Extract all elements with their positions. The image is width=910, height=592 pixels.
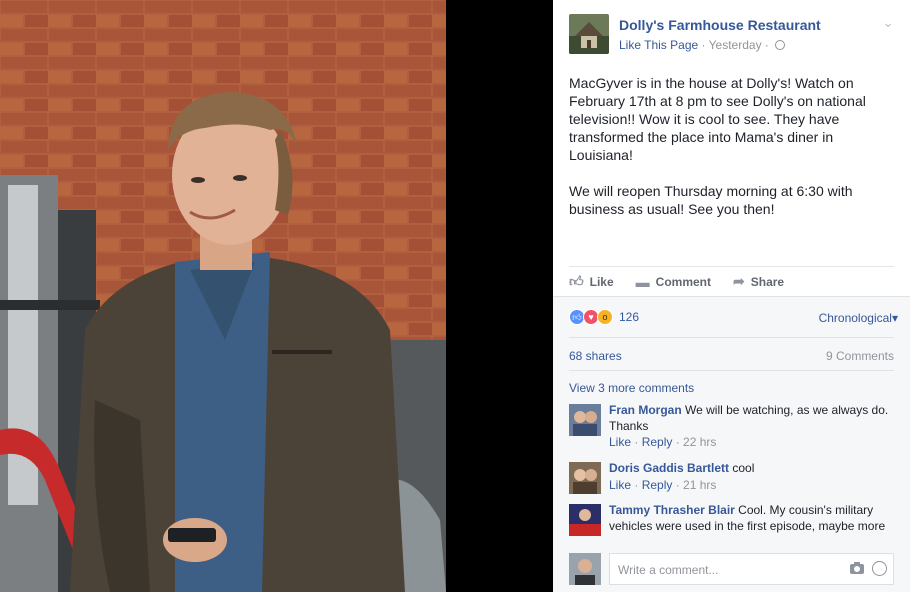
comment-author[interactable]: Fran Morgan [609, 403, 682, 417]
post-paragraph-1: MacGyver is in the house at Dolly's! Wat… [569, 75, 866, 163]
comment-like-link[interactable]: Like [609, 435, 631, 449]
meta-separator-2: · [764, 38, 769, 52]
post-photo[interactable] [0, 0, 446, 592]
view-more-comments-link[interactable]: View 3 more comments [569, 381, 694, 395]
comment-input[interactable]: Write a comment... [609, 553, 894, 585]
comment-composer: Write a comment... [569, 553, 894, 587]
like-button[interactable]: 👍︎ Like [569, 273, 614, 290]
comment-item: Tammy Thrasher Blair Cool. My cousin's m… [569, 502, 894, 546]
post-paragraph-2: We will reopen Thursday morning at 6:30 … [569, 183, 853, 217]
comments-count[interactable]: 9 Comments [826, 349, 894, 363]
share-button[interactable]: ➦ Share [733, 273, 784, 290]
avatar[interactable] [569, 504, 601, 536]
post-panel: Dolly's Farmhouse Restaurant Like This P… [553, 0, 910, 592]
comment-time[interactable]: 22 hrs [683, 435, 716, 449]
comment-links: Like · Reply · 21 hrs [609, 478, 717, 492]
post-actions: 👍︎ Like ▬ Comment ➦ Share [569, 266, 894, 296]
comment-icon: ▬ [635, 273, 650, 290]
comment-label: Comment [655, 274, 711, 289]
comment-links: Like · Reply · 22 hrs [609, 435, 717, 449]
comment-like-link[interactable]: Like [609, 478, 631, 492]
comment-text: Fran Morgan We will be watching, as we a… [609, 402, 889, 434]
page-avatar[interactable] [569, 14, 609, 54]
wow-reaction-icon: o [597, 309, 613, 325]
page-name[interactable]: Dolly's Farmhouse Restaurant [619, 17, 821, 33]
thumbs-up-icon: 👍︎ [569, 273, 584, 289]
avatar[interactable] [569, 404, 601, 436]
sort-dropdown[interactable]: Chronological▾ [819, 311, 898, 325]
shares-link[interactable]: 68 shares [569, 349, 622, 363]
comment-body: cool [732, 461, 755, 475]
comment-text: Doris Gaddis Bartlett cool [609, 460, 889, 476]
post-meta: Like This Page · Yesterday · [619, 38, 786, 52]
sort-label: Chronological [818, 311, 892, 325]
share-label: Share [750, 274, 785, 289]
shares-row: 68 shares 9 Comments [569, 337, 894, 371]
post-body: MacGyver is in the house at Dolly's! Wat… [569, 74, 894, 236]
post-header: Dolly's Farmhouse Restaurant Like This P… [553, 0, 910, 60]
comment-reply-link[interactable]: Reply [642, 478, 673, 492]
like-label: Like [589, 274, 614, 289]
comment-author[interactable]: Tammy Thrasher Blair [609, 503, 735, 517]
comment-reply-link[interactable]: Reply [642, 435, 673, 449]
comment-placeholder: Write a comment... [618, 563, 719, 577]
avatar[interactable] [569, 553, 601, 585]
like-page-link[interactable]: Like This Page [619, 38, 698, 52]
reaction-count: 126 [619, 310, 640, 324]
reactions-summary[interactable]: 👍︎ ♥ o 126 [569, 309, 639, 325]
globe-icon [775, 40, 786, 50]
comment-text: Tammy Thrasher Blair Cool. My cousin's m… [609, 502, 889, 534]
photo-stage [0, 0, 553, 592]
avatar[interactable] [569, 462, 601, 494]
comment-time[interactable]: 21 hrs [683, 478, 716, 492]
post-timestamp[interactable]: Yesterday [709, 38, 762, 52]
feedback-section: 👍︎ ♥ o 126 Chronological▾ 68 shares 9 Co… [553, 296, 910, 592]
share-icon: ➦ [733, 273, 745, 289]
chevron-down-icon: ▾ [891, 311, 898, 325]
camera-icon[interactable] [849, 561, 865, 575]
comment-author[interactable]: Doris Gaddis Bartlett [609, 461, 729, 475]
smiley-icon[interactable] [872, 561, 887, 576]
comment-button[interactable]: ▬ Comment [636, 274, 711, 290]
chevron-down-icon[interactable]: ⌄ [882, 14, 894, 31]
meta-separator: · [701, 38, 706, 52]
